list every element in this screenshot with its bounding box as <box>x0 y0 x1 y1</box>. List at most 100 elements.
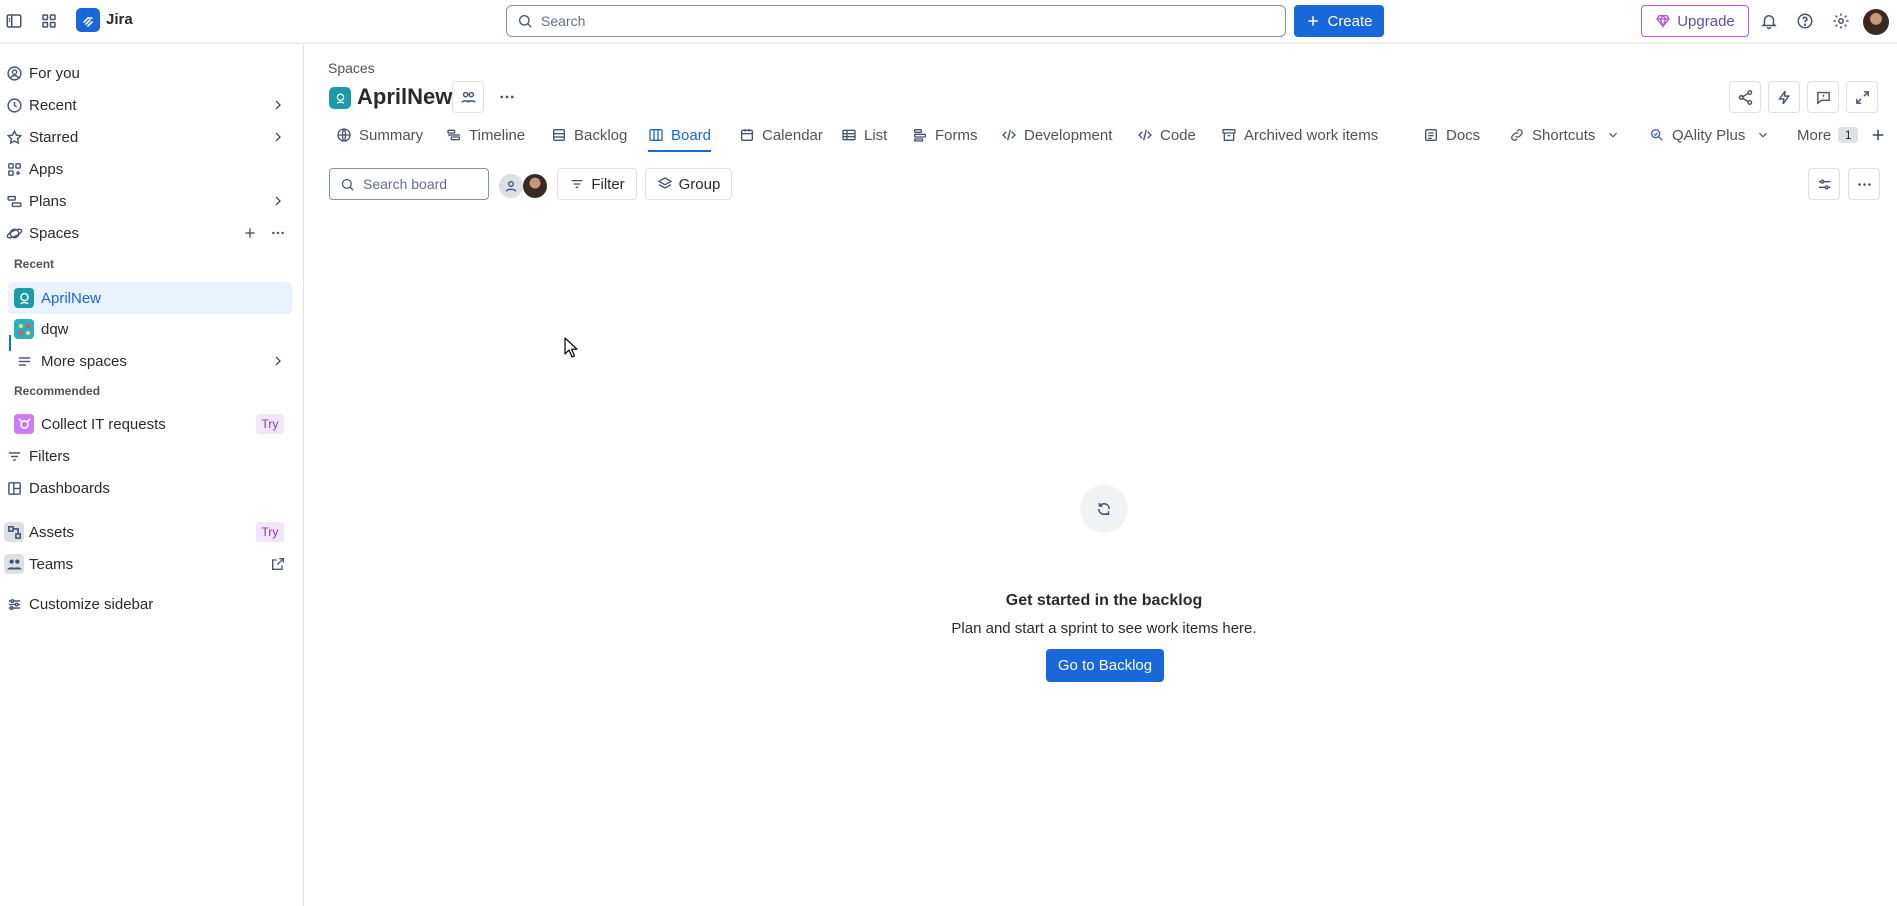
global-search-input[interactable]: Search <box>506 5 1286 37</box>
fullscreen-button[interactable] <box>1846 81 1878 113</box>
sidebar-item-label: More spaces <box>41 352 127 370</box>
sidebar-item-filters[interactable]: Filters <box>0 441 300 471</box>
expand-icon <box>1855 90 1869 104</box>
upgrade-button[interactable]: Upgrade <box>1641 5 1749 37</box>
space-avatar-icon <box>14 319 34 339</box>
add-tab-button[interactable] <box>1869 118 1887 152</box>
go-to-backlog-button[interactable]: Go to Backlog <box>1046 649 1164 682</box>
sidebar-item-dqw[interactable]: dqw <box>0 314 300 344</box>
star-icon <box>4 127 24 147</box>
upgrade-label: Upgrade <box>1677 12 1735 30</box>
board-more-button[interactable] <box>1848 168 1880 200</box>
sidebar-item-more-spaces[interactable]: More spaces <box>0 346 300 376</box>
tab-more[interactable]: More 1 <box>1797 118 1859 152</box>
user-avatar[interactable] <box>1863 9 1889 35</box>
tab-qality-plus[interactable]: QAlity Plus <box>1649 118 1770 152</box>
chevron-right-icon[interactable] <box>270 193 286 209</box>
breadcrumb[interactable]: Spaces <box>328 60 375 76</box>
sidebar-item-label: Collect IT requests <box>41 415 166 433</box>
more-count-badge: 1 <box>1838 127 1859 143</box>
space-avatar-icon <box>14 288 34 308</box>
unassigned-avatar[interactable] <box>499 174 523 198</box>
top-navigation: Jira Search Create Upgrade <box>0 0 1897 44</box>
backlog-icon <box>553 129 565 141</box>
tab-label: Board <box>671 126 712 144</box>
sidebar-item-dashboards[interactable]: Dashboards <box>0 473 300 503</box>
sidebar-item-for-you[interactable]: For you <box>0 58 300 88</box>
group-label: Group <box>678 175 721 193</box>
view-settings-button[interactable] <box>1808 168 1840 200</box>
board-search-input[interactable]: Search board <box>329 168 489 200</box>
sidebar-item-label: Apps <box>29 160 64 178</box>
sidebar-item-assets[interactable]: Assets Try <box>0 517 300 547</box>
sidebar-item-label: Spaces <box>29 224 80 242</box>
tab-archived-work-items[interactable]: Archived work items <box>1221 118 1378 152</box>
external-link-icon[interactable] <box>270 556 286 572</box>
settings-gear-icon[interactable] <box>1827 7 1855 35</box>
tab-backlog[interactable]: Backlog <box>551 118 627 152</box>
tab-code[interactable]: Code <box>1137 118 1196 152</box>
tab-label: Shortcuts <box>1532 126 1596 144</box>
chevron-right-icon[interactable] <box>270 129 286 145</box>
filter-label: Filter <box>591 175 625 193</box>
sidebar-item-spaces[interactable]: Spaces <box>0 218 300 248</box>
tab-board[interactable]: Board <box>648 118 712 152</box>
spaces-more-icon[interactable] <box>270 225 286 241</box>
notifications-bell-icon[interactable] <box>1755 7 1783 35</box>
clock-icon <box>4 95 24 115</box>
assignee-avatar[interactable] <box>523 174 547 198</box>
sidebar: For you Recent Starred Apps Plans Spaces… <box>0 45 304 906</box>
tab-list[interactable]: List <box>841 118 887 152</box>
jira-logo-icon[interactable] <box>76 8 100 32</box>
team-members-button[interactable] <box>452 81 484 113</box>
tab-docs[interactable]: Docs <box>1423 118 1480 152</box>
main-content: Spaces AprilNew Summary Timeline Backlog <box>305 45 1897 906</box>
tab-label: List <box>864 126 888 144</box>
sidebar-item-label: Filters <box>29 447 70 465</box>
chevron-right-icon[interactable] <box>270 97 286 113</box>
board-search-placeholder: Search board <box>363 176 448 192</box>
automation-button[interactable] <box>1768 81 1800 113</box>
tab-label: Archived work items <box>1244 126 1379 144</box>
sidebar-item-customize[interactable]: Customize sidebar <box>0 589 300 619</box>
create-button[interactable]: Create <box>1294 5 1384 37</box>
sidebar-item-aprilnew[interactable]: AprilNew <box>8 282 292 314</box>
feedback-button[interactable] <box>1807 81 1839 113</box>
chevron-down-icon[interactable] <box>1606 128 1620 142</box>
help-icon[interactable] <box>1791 7 1819 35</box>
app-switcher-icon[interactable] <box>35 7 63 35</box>
tab-label: Calendar <box>762 126 823 144</box>
tab-timeline[interactable]: Timeline <box>446 118 525 152</box>
page-title: AprilNew <box>357 84 453 109</box>
sidebar-item-label: Assets <box>29 523 75 541</box>
sidebar-item-collect-it-requests[interactable]: Collect IT requests Try <box>0 409 300 439</box>
add-space-plus-icon[interactable] <box>242 225 258 241</box>
share-button[interactable] <box>1729 81 1761 113</box>
tab-shortcuts[interactable]: Shortcuts <box>1509 118 1620 152</box>
tab-summary[interactable]: Summary <box>336 118 423 152</box>
group-button[interactable]: Group <box>645 168 732 200</box>
space-more-icon[interactable] <box>495 85 519 109</box>
sidebar-item-label: AprilNew <box>41 289 102 307</box>
tab-calendar[interactable]: Calendar <box>739 118 823 152</box>
code-icon <box>1002 129 1016 141</box>
sidebar-item-starred[interactable]: Starred <box>0 122 300 152</box>
tab-forms[interactable]: Forms <box>912 118 978 152</box>
sidebar-toggle-icon[interactable] <box>0 7 28 35</box>
sidebar-item-recent[interactable]: Recent <box>0 90 300 120</box>
sidebar-item-label: For you <box>29 64 80 82</box>
app-name[interactable]: Jira <box>106 11 133 28</box>
sidebar-item-teams[interactable]: Teams <box>0 549 300 579</box>
chevron-down-icon[interactable] <box>1756 128 1770 142</box>
empty-state-title: Get started in the backlog <box>1005 592 1203 609</box>
tab-label: Development <box>1024 126 1113 144</box>
sidebar-item-plans[interactable]: Plans <box>0 186 300 216</box>
service-space-icon <box>14 414 34 434</box>
sidebar-item-label: Plans <box>29 192 67 210</box>
gem-icon <box>1656 14 1671 29</box>
sidebar-item-apps[interactable]: Apps <box>0 154 300 184</box>
tab-development[interactable]: Development <box>1001 118 1112 152</box>
filter-button[interactable]: Filter <box>557 168 637 200</box>
chevron-right-icon[interactable] <box>270 353 286 369</box>
dashboard-icon <box>4 478 24 498</box>
